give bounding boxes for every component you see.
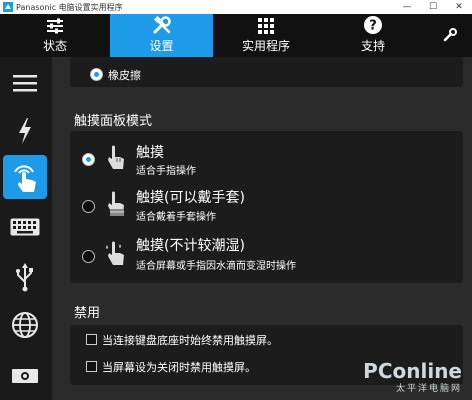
globe-icon — [12, 312, 38, 338]
tab-utilities-label: 实用程序 — [241, 39, 290, 53]
touch-wet-title: 触摸(不计较潮湿) — [136, 238, 245, 254]
sidebar-item-keyboard[interactable] — [3, 205, 47, 249]
touch-option-finger[interactable]: 触摸 适合手指操作 — [70, 131, 463, 179]
tab-utilities[interactable]: 实用程序 — [213, 14, 319, 57]
tab-support-label: 支持 — [360, 39, 385, 53]
touch-icon — [14, 165, 36, 192]
tool-button[interactable] — [427, 14, 472, 57]
eraser-label: 橡皮擦 — [108, 69, 141, 82]
disable-on-keyboard-checkbox[interactable] — [86, 334, 97, 345]
touch-option-wet[interactable]: 触摸(不计较潮湿) 适合屏幕或手指因水滴而变湿时操作 — [70, 229, 463, 279]
tab-support[interactable]: ? 支持 — [319, 14, 427, 57]
touch-wet-radio[interactable] — [82, 250, 95, 263]
disable-on-screen-off-label: 当屏幕设为关闭时禁用触摸屏。 — [102, 361, 256, 374]
sidebar — [0, 57, 52, 400]
settings-panel: 橡皮擦 触摸面板模式 触摸 适合手指操作 触摸(可以戴手套) 适合戴着手套操作 — [52, 57, 472, 400]
top-nav: 状态 设置 实用程序 ? 支持 — [0, 14, 472, 57]
tools-icon — [153, 15, 171, 34]
touch-mode-card: 触摸 适合手指操作 触摸(可以戴手套) 适合戴着手套操作 触摸(不计较潮湿) 适… — [70, 131, 463, 283]
touch-glove-radio[interactable] — [82, 200, 95, 213]
touch-finger-radio[interactable] — [82, 153, 95, 166]
glove-touch-icon — [108, 191, 124, 216]
camera-icon — [12, 369, 38, 383]
watermark: PConline 太平洋电脑网 — [363, 359, 462, 394]
minimize-button[interactable]: — — [394, 0, 420, 14]
disable-on-screen-off-checkbox[interactable] — [86, 361, 97, 372]
wrench-icon — [443, 27, 457, 41]
tab-settings[interactable]: 设置 — [110, 14, 213, 57]
tab-settings-label: 设置 — [149, 39, 174, 53]
title-bar: Panasonic 电脑设置实用程序 — ☐ ✕ — [0, 0, 472, 14]
tab-status[interactable]: 状态 — [0, 14, 110, 57]
disable-title: 禁用 — [74, 306, 101, 321]
touch-wet-subtitle: 适合屏幕或手指因水滴而变湿时操作 — [136, 261, 296, 272]
sidebar-menu[interactable] — [3, 61, 47, 105]
finger-touch-icon — [108, 145, 124, 169]
maximize-button[interactable]: ☐ — [420, 0, 446, 14]
sidebar-item-camera[interactable] — [3, 353, 47, 397]
touch-glove-title: 触摸(可以戴手套) — [136, 190, 245, 206]
touch-finger-subtitle: 适合手指操作 — [136, 166, 196, 177]
pen-option-card: 橡皮擦 — [70, 57, 463, 87]
sidebar-item-power[interactable] — [3, 109, 47, 153]
sidebar-item-touch[interactable] — [3, 155, 47, 199]
grid-icon — [258, 18, 274, 34]
close-button[interactable]: ✕ — [446, 0, 472, 14]
power-icon — [19, 118, 31, 144]
usb-icon — [16, 263, 33, 292]
watermark-logo-text: PConline — [363, 359, 462, 383]
help-icon: ? — [364, 16, 382, 34]
sliders-icon — [47, 18, 63, 34]
window-title: Panasonic 电脑设置实用程序 — [16, 2, 123, 12]
keyboard-icon — [10, 218, 40, 236]
touch-option-glove[interactable]: 触摸(可以戴手套) 适合戴着手套操作 — [70, 181, 463, 229]
sidebar-item-network[interactable] — [3, 303, 47, 347]
sidebar-item-usb[interactable] — [3, 255, 47, 299]
menu-icon — [13, 75, 37, 92]
wet-touch-icon — [106, 241, 124, 265]
touch-finger-title: 触摸 — [136, 145, 164, 161]
tab-status-label: 状态 — [42, 39, 67, 53]
svg-text:?: ? — [369, 19, 377, 34]
touch-mode-title: 触摸面板模式 — [74, 114, 153, 129]
touch-glove-subtitle: 适合戴着手套操作 — [136, 212, 216, 223]
app-icon — [3, 2, 13, 12]
disable-on-keyboard-label: 当连接键盘底座时始终禁用触摸屏。 — [102, 334, 278, 347]
eraser-radio[interactable] — [90, 68, 103, 81]
